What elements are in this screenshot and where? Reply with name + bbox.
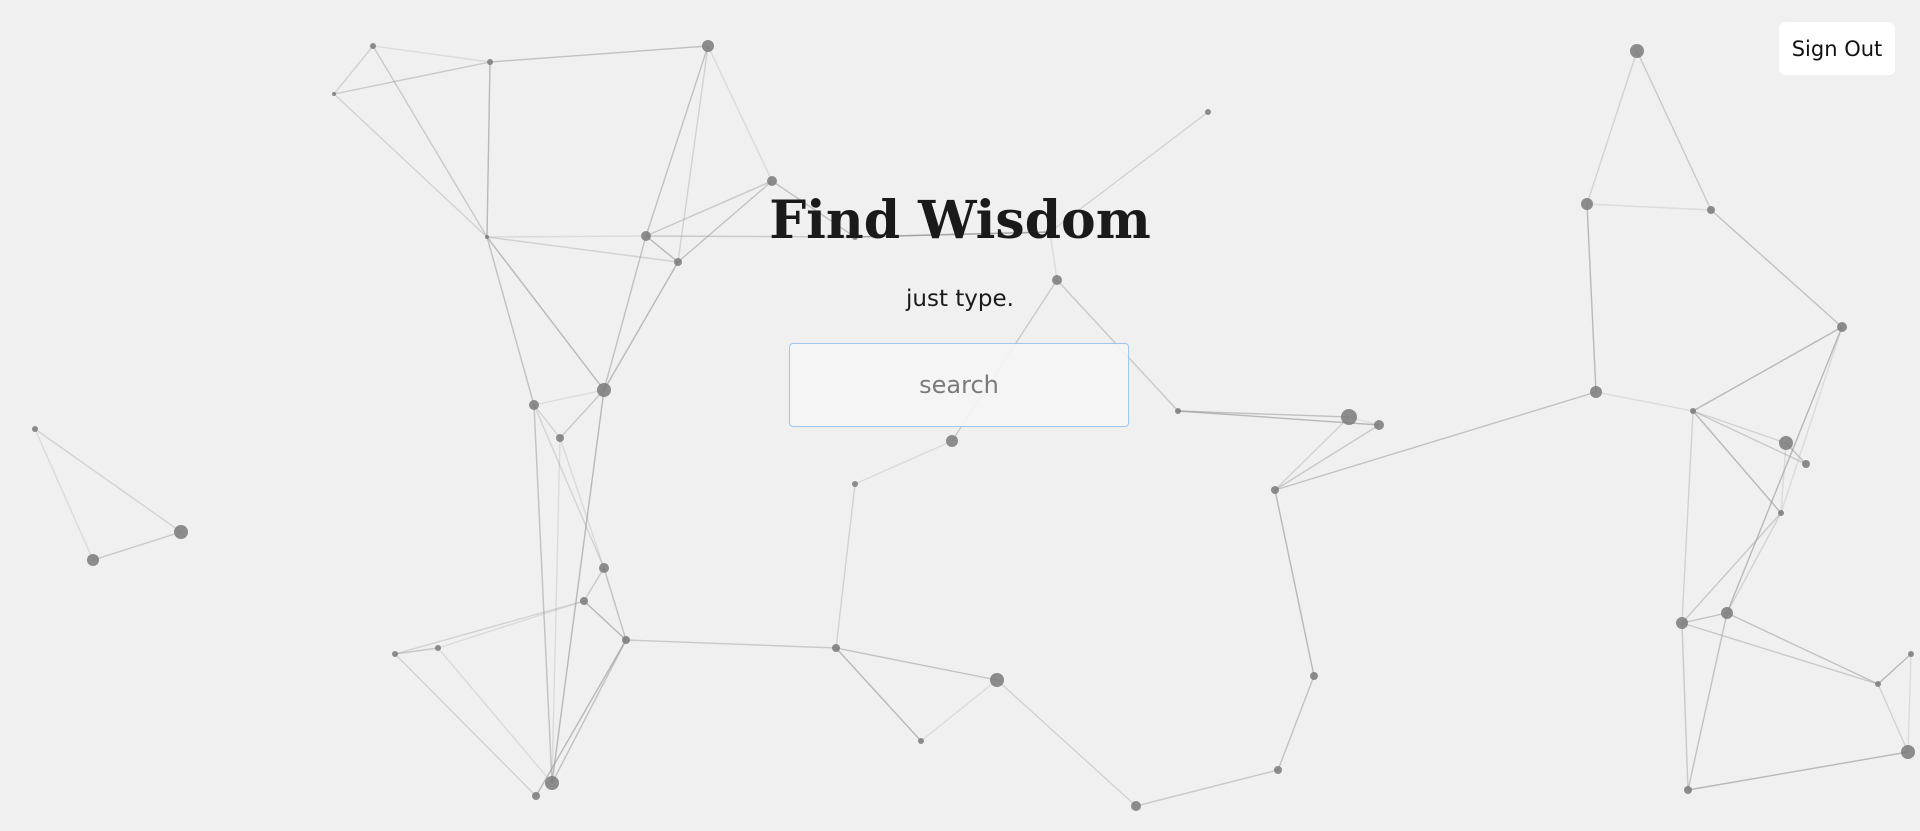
network-edge — [1907, 653, 1912, 753]
network-node — [852, 481, 858, 487]
network-edge — [533, 404, 561, 439]
network-edge — [996, 679, 1137, 807]
network-node — [946, 435, 958, 447]
network-edge — [1274, 489, 1315, 677]
network-node — [1052, 275, 1062, 285]
network-edge — [1586, 50, 1638, 205]
network-edge — [1681, 622, 1879, 685]
network-edge — [559, 389, 605, 439]
network-edge — [1692, 326, 1843, 412]
network-node — [1630, 44, 1644, 58]
network-edge — [1681, 622, 1689, 791]
network-node — [1205, 109, 1211, 115]
network-node — [1778, 510, 1784, 516]
network-node — [1310, 672, 1318, 680]
network-node — [599, 563, 609, 573]
network-node — [1131, 801, 1141, 811]
network-node — [990, 673, 1004, 687]
network-node — [1374, 420, 1384, 430]
network-node — [1802, 460, 1810, 468]
network-node — [529, 400, 539, 410]
network-edge — [835, 483, 856, 649]
network-node — [1274, 766, 1282, 774]
network-edge — [625, 639, 837, 649]
network-edge — [603, 235, 647, 391]
network-edge — [333, 61, 491, 95]
network-edge — [1877, 683, 1909, 753]
network-node — [1690, 408, 1696, 414]
network-edge — [486, 236, 605, 391]
network-edge — [1595, 391, 1694, 412]
network-node — [392, 651, 398, 657]
network-edge — [920, 679, 998, 742]
page-title: Find Wisdom — [769, 190, 1151, 251]
network-node — [487, 59, 493, 65]
network-node — [1721, 607, 1733, 619]
network-node — [622, 636, 630, 644]
network-node — [1684, 786, 1692, 794]
network-node — [767, 176, 777, 186]
network-node — [1676, 617, 1688, 629]
network-node — [435, 645, 441, 651]
network-node — [1341, 409, 1357, 425]
network-edge — [533, 404, 553, 784]
network-node — [1779, 436, 1793, 450]
network-node — [580, 597, 588, 605]
network-node — [918, 738, 924, 744]
network-edge — [854, 440, 953, 485]
search-input[interactable] — [789, 343, 1129, 427]
network-edge — [1681, 512, 1782, 624]
network-node — [832, 644, 840, 652]
network-node — [332, 92, 336, 96]
network-node — [532, 792, 540, 800]
network-edge — [1177, 410, 1350, 418]
network-node — [174, 525, 188, 539]
network-edge — [1726, 612, 1879, 685]
network-edge — [1135, 769, 1279, 807]
network-edge — [603, 261, 679, 391]
network-node — [87, 554, 99, 566]
network-edge — [394, 653, 537, 797]
network-edge — [533, 389, 605, 406]
network-node — [556, 434, 564, 442]
network-edge — [1687, 612, 1728, 791]
network-node — [1837, 322, 1847, 332]
network-edge — [92, 531, 182, 561]
network-edge — [1877, 653, 1912, 685]
network-node — [674, 258, 682, 266]
network-edge — [533, 404, 605, 569]
network-edge — [583, 567, 605, 602]
network-edge — [486, 236, 535, 406]
network-edge — [372, 45, 491, 63]
network-edge — [707, 45, 773, 182]
network-node — [545, 776, 559, 790]
network-edge — [489, 45, 709, 63]
network-node — [1908, 651, 1914, 657]
network-edge — [1274, 391, 1597, 491]
network-node — [1901, 745, 1915, 759]
network-edge — [394, 647, 439, 655]
network-node — [32, 426, 38, 432]
network-edge — [1681, 410, 1694, 624]
network-edge — [1274, 424, 1380, 491]
page-subtitle: just type. — [906, 286, 1014, 312]
network-edge — [437, 600, 585, 649]
sign-out-button[interactable]: Sign Out — [1779, 22, 1895, 75]
network-node — [702, 40, 714, 52]
network-node — [1271, 486, 1279, 494]
network-node — [1175, 408, 1181, 414]
network-edge — [1780, 326, 1843, 514]
network-edge — [1277, 675, 1315, 771]
network-node — [597, 383, 611, 397]
network-node — [1590, 386, 1602, 398]
network-edge — [551, 639, 627, 784]
network-edge — [1687, 751, 1909, 791]
network-node — [1875, 681, 1881, 687]
network-edge — [559, 437, 605, 569]
network-node — [370, 43, 376, 49]
network-edge — [34, 428, 182, 533]
